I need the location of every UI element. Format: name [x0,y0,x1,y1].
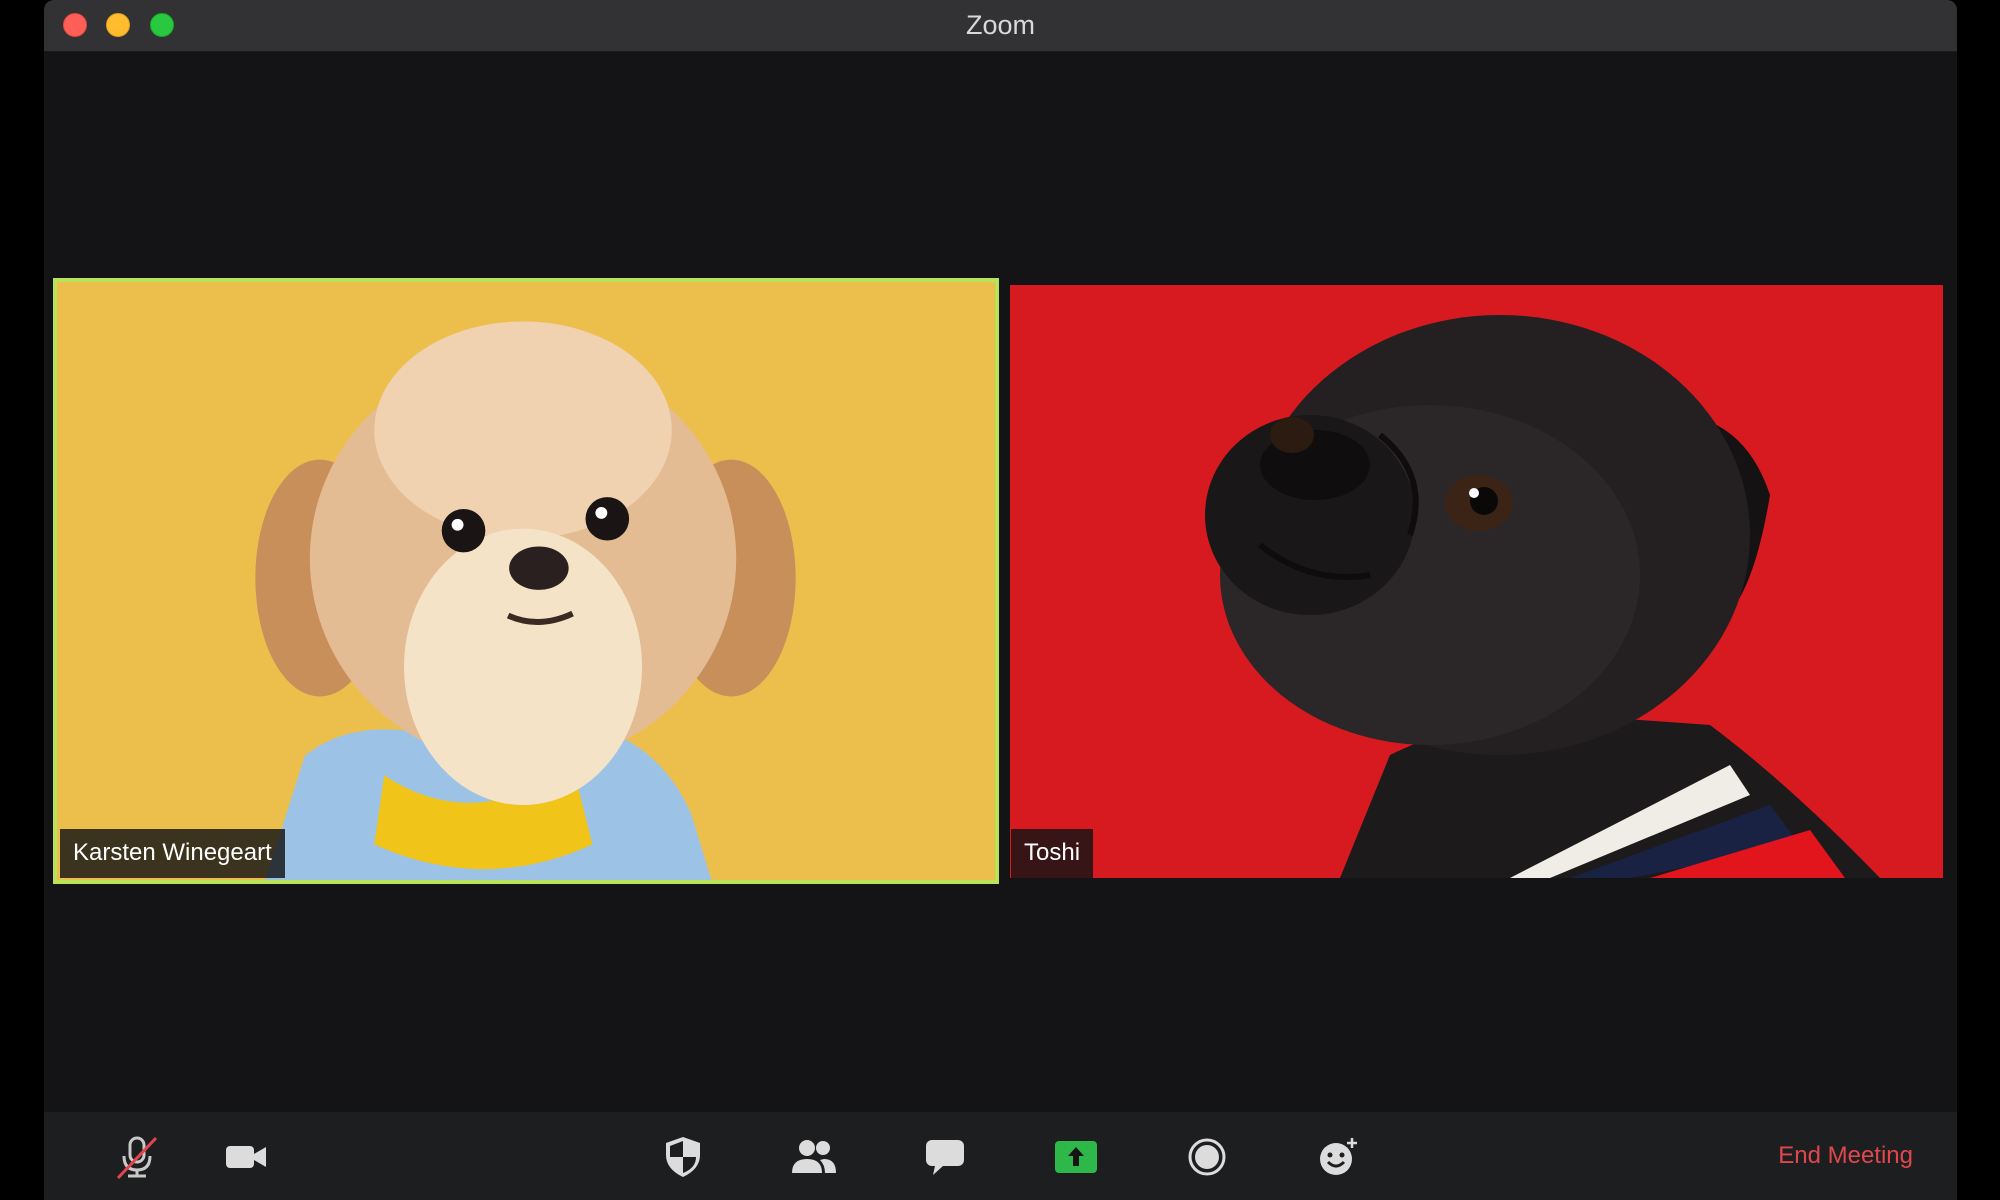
title-bar: Zoom [44,0,1957,52]
end-meeting-button[interactable]: End Meeting [1778,1142,1913,1170]
participant-name-tag: Karsten Winegeart [60,829,285,878]
reactions-button[interactable] [1311,1130,1365,1184]
emoji-add-icon [1320,1138,1357,1175]
shield-icon [666,1137,700,1177]
meeting-toolbar: End Meeting [44,1112,1957,1200]
video-button[interactable] [219,1130,273,1184]
participants-button[interactable] [787,1130,841,1184]
video-tile-karsten[interactable]: Karsten Winegeart [53,278,999,884]
share-screen-icon [1055,1141,1097,1173]
video-tile-toshi[interactable]: Toshi [1010,285,1943,878]
participant-video-dog-fluffy [57,282,995,880]
share-screen-button[interactable] [1049,1130,1103,1184]
record-icon [1188,1138,1226,1176]
chat-bubble-icon [926,1140,964,1175]
security-button[interactable] [656,1130,710,1184]
mute-button[interactable] [110,1130,164,1184]
participant-video-dog-pug [1010,285,1943,878]
record-button[interactable] [1180,1130,1234,1184]
window-title: Zoom [965,10,1036,40]
microphone-muted-icon [116,1136,158,1180]
people-icon [792,1140,836,1173]
zoom-window: Zoom Karsten Winegeart Toshi End Meeting [44,0,1957,1200]
participant-name-tag: Toshi [1011,829,1094,878]
chat-button[interactable] [918,1130,972,1184]
video-camera-icon [226,1146,266,1168]
